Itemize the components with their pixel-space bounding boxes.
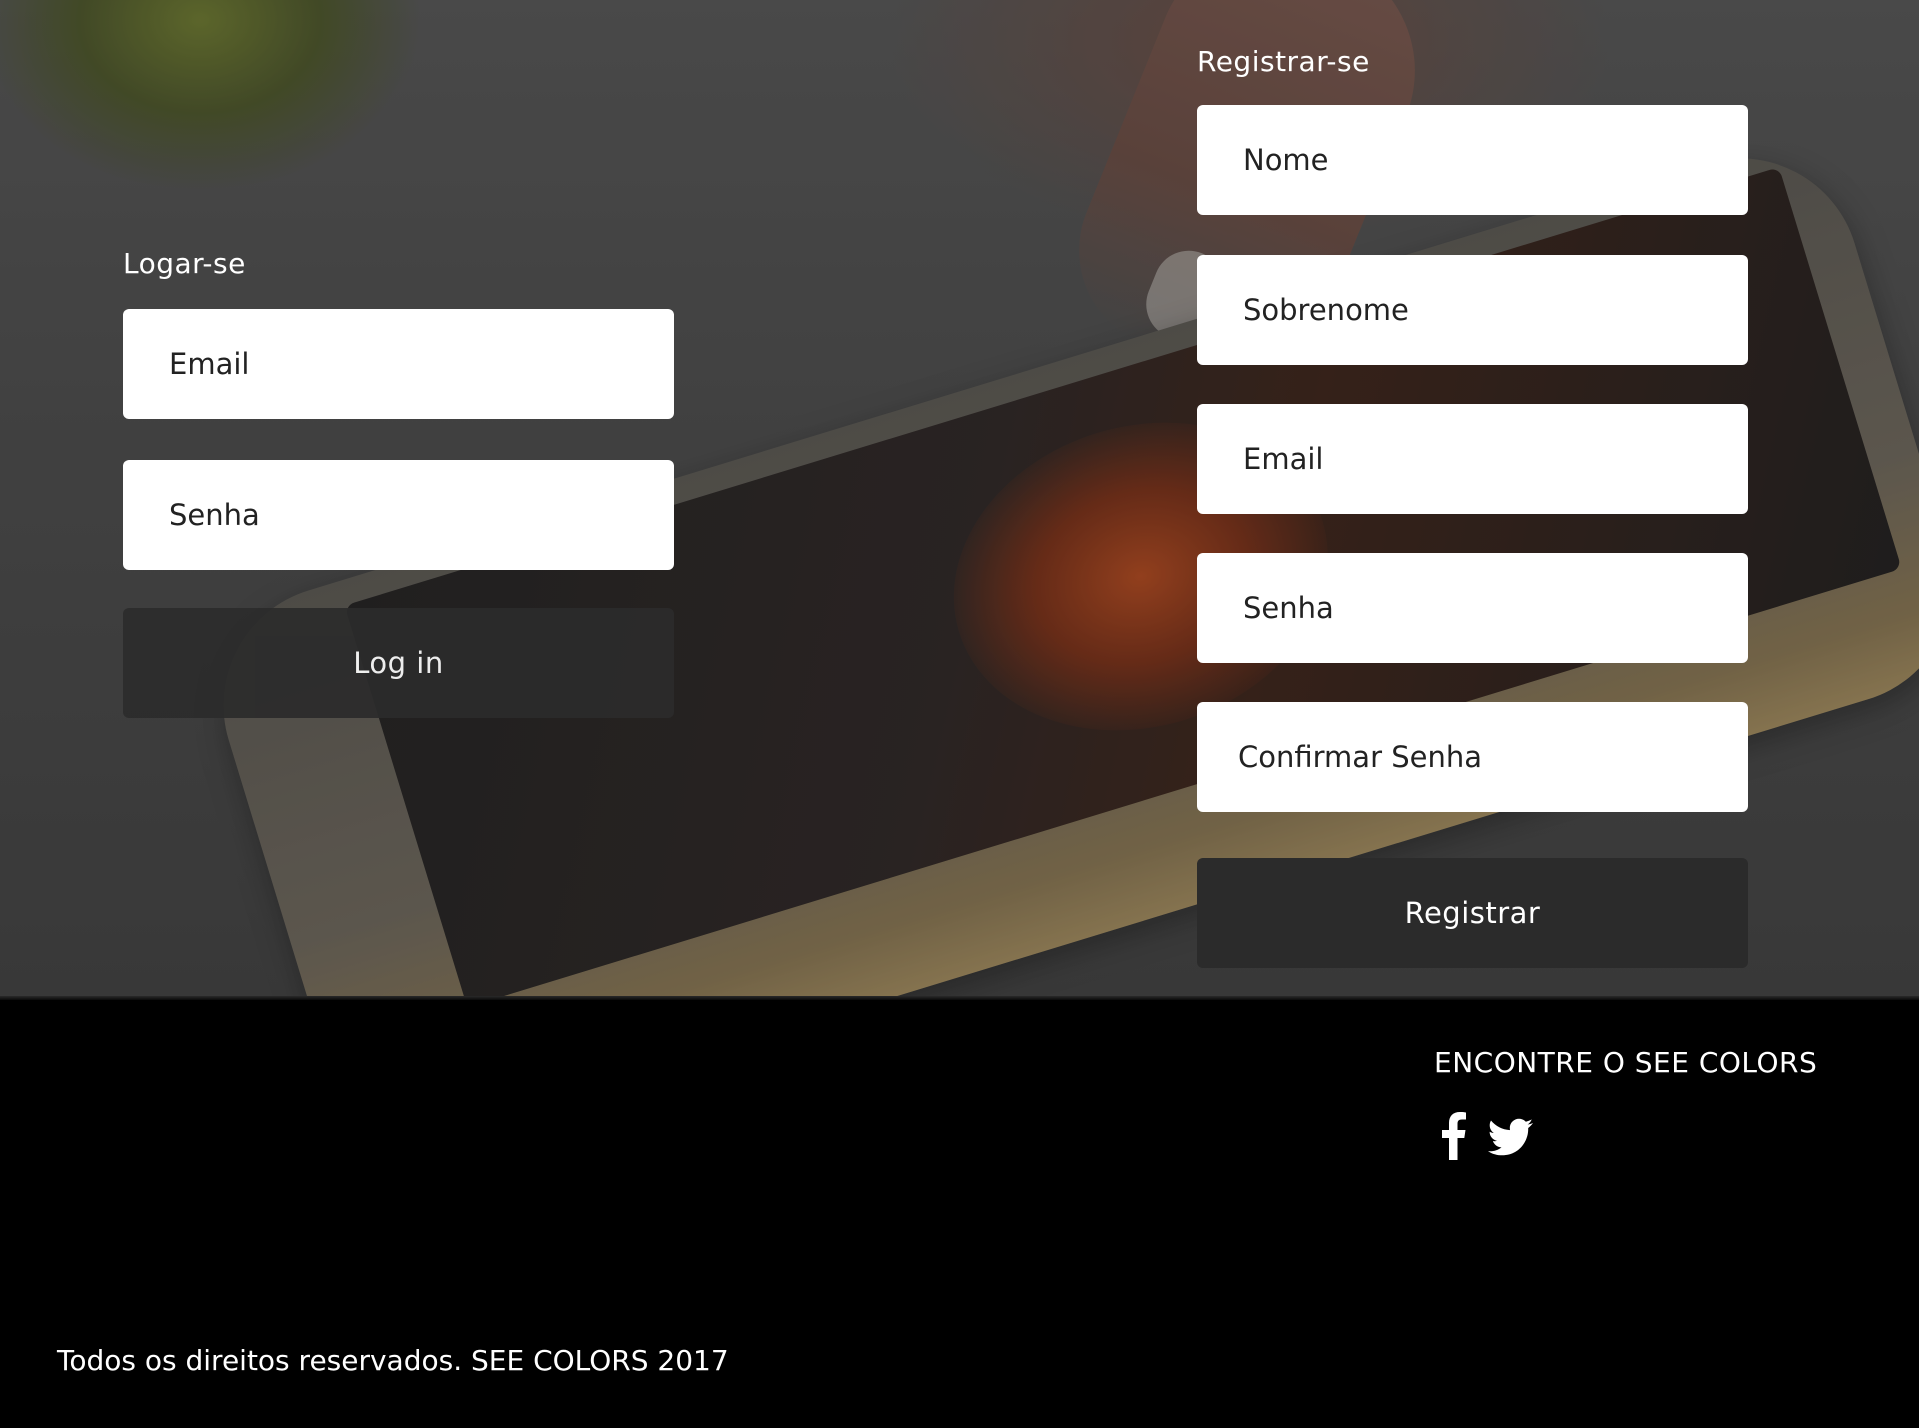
register-button[interactable]: Registrar: [1197, 858, 1748, 968]
copyright-text: Todos os direitos reservados. SEE COLORS…: [57, 1344, 729, 1377]
hero-divider: [0, 996, 1919, 1000]
register-confirm-password-input[interactable]: [1197, 702, 1748, 812]
login-button[interactable]: Log in: [123, 608, 674, 718]
login-email-input[interactable]: [123, 309, 674, 419]
login-password-input[interactable]: [123, 460, 674, 570]
register-email-input[interactable]: [1197, 404, 1748, 514]
register-password-input[interactable]: [1197, 553, 1748, 663]
facebook-icon[interactable]: [1432, 1110, 1476, 1160]
register-name-input[interactable]: [1197, 105, 1748, 215]
login-title: Logar-se: [123, 247, 246, 280]
hero-background: Logar-se Log in Registrar-se Registrar: [0, 0, 1919, 998]
register-title: Registrar-se: [1197, 45, 1370, 78]
twitter-icon[interactable]: [1485, 1110, 1535, 1160]
register-surname-input[interactable]: [1197, 255, 1748, 365]
footer-social-title: ENCONTRE O SEE COLORS: [1434, 1046, 1818, 1079]
